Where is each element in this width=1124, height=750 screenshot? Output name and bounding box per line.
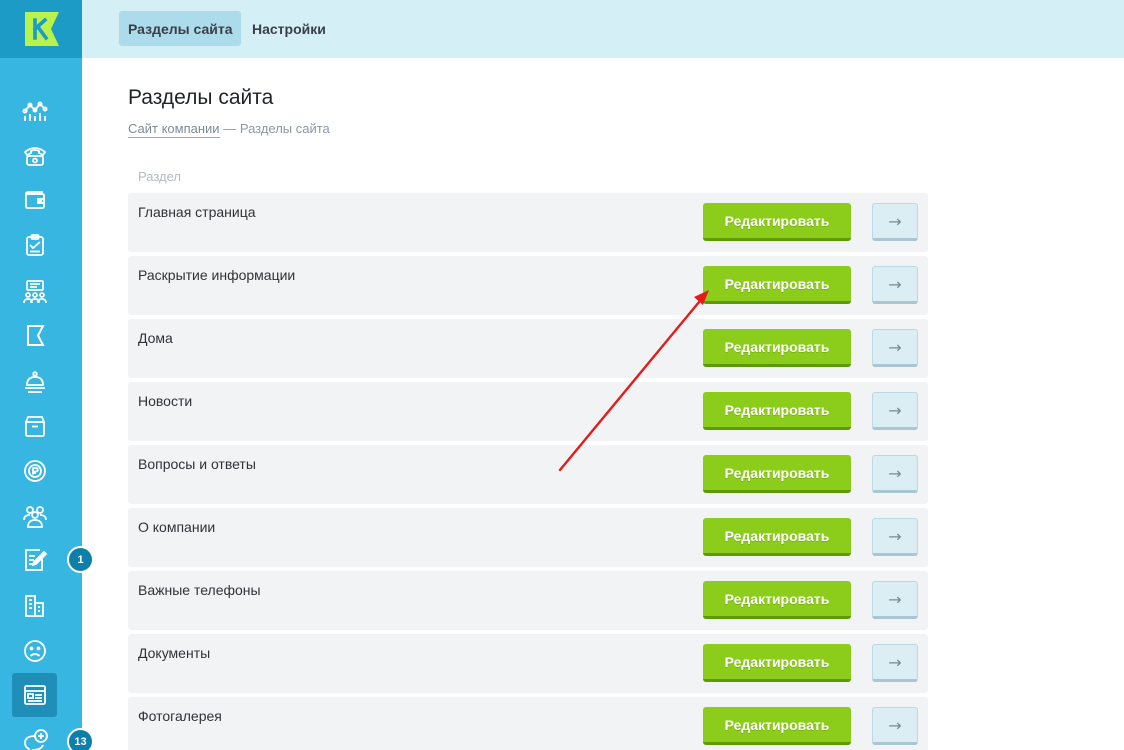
meeting-icon <box>22 280 47 304</box>
section-title: Документы <box>138 645 211 661</box>
building-icon <box>24 595 44 617</box>
sidebar-item-residents[interactable] <box>12 494 57 538</box>
sidebar-item-buildings[interactable] <box>12 584 57 628</box>
section-title: Фотогалерея <box>138 708 222 724</box>
breadcrumb-link-company-site[interactable]: Сайт компании <box>128 121 220 138</box>
app-window: 1 13 Разделы сайта Настройки Разделы сай… <box>0 0 1124 750</box>
section-title: Важные телефоны <box>138 582 261 598</box>
open-section-button[interactable]: → <box>872 644 918 682</box>
section-title: Дома <box>138 330 173 346</box>
sidebar-item-analytics[interactable] <box>12 88 57 132</box>
edit-button[interactable]: Редактировать <box>703 644 851 682</box>
archive-box-icon <box>24 416 45 437</box>
open-section-button[interactable]: → <box>872 203 918 241</box>
edit-button[interactable]: Редактировать <box>703 707 851 745</box>
open-section-button[interactable]: → <box>872 581 918 619</box>
sidebar-item-notes[interactable] <box>12 538 57 582</box>
sidebar-item-chat[interactable] <box>12 720 57 750</box>
sidebar-item-complaints[interactable] <box>12 629 57 673</box>
open-section-button[interactable]: → <box>872 329 918 367</box>
sidebar-item-phone[interactable] <box>12 133 57 177</box>
flag-icon <box>26 325 45 346</box>
open-section-button[interactable]: → <box>872 518 918 556</box>
open-section-button[interactable]: → <box>872 266 918 304</box>
breadcrumb-current: Разделы сайта <box>239 121 330 136</box>
wallet-icon <box>24 191 45 209</box>
logo[interactable] <box>0 0 82 58</box>
edit-button[interactable]: Редактировать <box>703 581 851 619</box>
notes-count-badge: 1 <box>67 546 94 573</box>
top-bar: Разделы сайта Настройки <box>82 0 1124 58</box>
sad-face-icon <box>23 640 46 662</box>
tab-settings[interactable]: Настройки <box>243 11 335 46</box>
website-sections-icon <box>23 685 46 705</box>
service-bell-icon <box>24 371 45 393</box>
analytics-icon <box>21 101 47 121</box>
section-row-documents: Документы Редактировать → <box>128 634 928 693</box>
group-icon <box>22 506 47 528</box>
section-row-news: Новости Редактировать → <box>128 382 928 441</box>
edit-note-icon <box>24 549 47 571</box>
section-row-home: Главная страница Редактировать → <box>128 193 928 252</box>
section-row-houses: Дома Редактировать → <box>128 319 928 378</box>
sidebar-item-wallet[interactable] <box>12 178 57 222</box>
chat-add-icon <box>23 729 48 750</box>
tab-site-sections[interactable]: Разделы сайта <box>119 11 242 46</box>
edit-button[interactable]: Редактировать <box>703 203 851 241</box>
edit-button[interactable]: Редактировать <box>703 392 851 430</box>
sidebar-item-payments[interactable] <box>12 449 57 493</box>
clipboard-check-icon <box>25 234 44 256</box>
open-section-button[interactable]: → <box>872 392 918 430</box>
chat-count-badge: 13 <box>67 728 94 750</box>
logo-k-icon <box>25 12 59 46</box>
sidebar-item-archive[interactable] <box>12 404 57 448</box>
section-title: Вопросы и ответы <box>138 456 256 472</box>
open-section-button[interactable]: → <box>872 455 918 493</box>
section-title: Новости <box>138 393 193 409</box>
sidebar: 1 13 <box>0 0 94 750</box>
sidebar-item-meetings[interactable] <box>12 270 57 314</box>
open-section-button[interactable]: → <box>872 707 918 745</box>
section-row-disclosure: Раскрытие информации Редактировать → <box>128 256 928 315</box>
section-title: О компании <box>138 519 216 535</box>
section-row-gallery: Фотогалерея Редактировать → <box>128 697 928 750</box>
breadcrumb-separator: — <box>223 121 237 136</box>
coin-icon <box>23 460 46 482</box>
sidebar-item-website[interactable] <box>12 673 57 717</box>
section-row-phones: Важные телефоны Редактировать → <box>128 571 928 630</box>
section-title: Раскрытие информации <box>138 267 296 283</box>
sections-list: Главная страница Редактировать → Раскрыт… <box>128 193 928 750</box>
sidebar-item-tasks[interactable] <box>12 223 57 267</box>
edit-button[interactable]: Редактировать <box>703 518 851 556</box>
section-title: Главная страница <box>138 204 256 220</box>
column-header-section: Раздел <box>138 169 181 184</box>
edit-button[interactable]: Редактировать <box>703 455 851 493</box>
sidebar-item-service[interactable] <box>12 360 57 404</box>
section-row-about: О компании Редактировать → <box>128 508 928 567</box>
section-row-faq: Вопросы и ответы Редактировать → <box>128 445 928 504</box>
sidebar-item-flag[interactable] <box>12 314 57 358</box>
edit-button[interactable]: Редактировать <box>703 329 851 367</box>
edit-button[interactable]: Редактировать <box>703 266 851 304</box>
phone-icon <box>23 147 46 166</box>
page-title: Разделы сайта <box>128 86 274 109</box>
breadcrumb: Сайт компании — Разделы сайта <box>128 121 330 138</box>
